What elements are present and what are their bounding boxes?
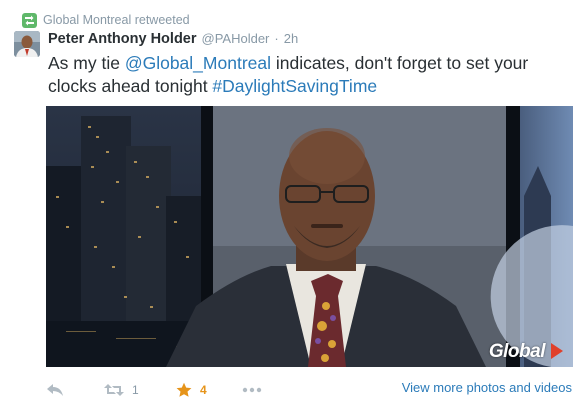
retweet-context: Global Montreal retweeted xyxy=(22,12,190,28)
retweet-button[interactable]: 1 xyxy=(104,378,139,402)
author-fullname[interactable]: Peter Anthony Holder xyxy=(48,31,197,47)
avatar[interactable] xyxy=(14,31,40,57)
favorite-button[interactable]: 4 xyxy=(176,378,207,402)
retweet-count: 1 xyxy=(132,383,139,397)
more-dots-icon xyxy=(242,387,262,393)
hashtag-link[interactable]: #DaylightSavingTime xyxy=(212,76,377,96)
tweet-actions: 1 4 View more photos and videos xyxy=(0,378,586,402)
mention-link[interactable]: @Global_Montreal xyxy=(125,53,271,73)
view-more-photos-link[interactable]: View more photos and videos xyxy=(402,380,572,395)
star-icon xyxy=(176,382,192,397)
author-username[interactable]: @PAHolder xyxy=(202,31,270,46)
more-button[interactable] xyxy=(242,378,262,402)
tweet-text-part: As my tie xyxy=(48,53,125,73)
global-logo-mark-icon xyxy=(551,343,563,359)
reply-icon xyxy=(47,384,63,396)
retweet-icon xyxy=(104,384,124,396)
tweet-header: Peter Anthony Holder @PAHolder · 2h xyxy=(48,31,298,49)
favorite-count: 4 xyxy=(200,383,207,397)
header-separator: · xyxy=(274,31,279,46)
tweet-photo[interactable]: Global xyxy=(46,106,573,367)
retweet-badge-icon xyxy=(22,12,37,28)
tweet-timestamp[interactable]: 2h xyxy=(284,31,298,46)
retweet-context-text[interactable]: Global Montreal retweeted xyxy=(43,13,190,27)
reply-button[interactable] xyxy=(46,378,64,402)
global-logo: Global xyxy=(488,341,546,362)
tweet-text: As my tie @Global_Montreal indicates, do… xyxy=(48,52,578,98)
